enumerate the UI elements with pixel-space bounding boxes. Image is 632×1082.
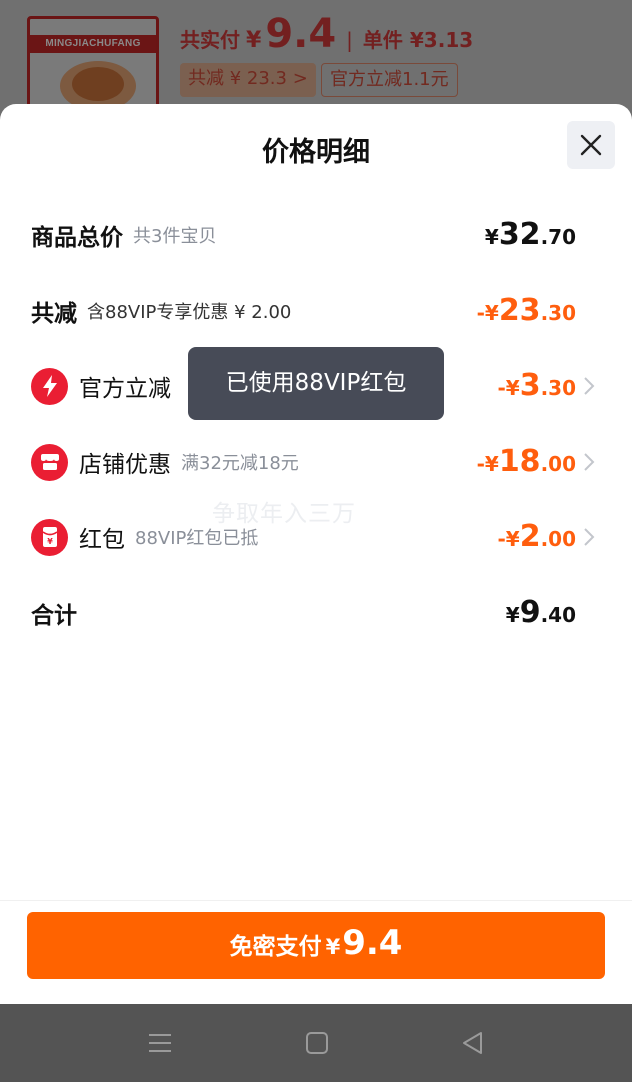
price-integer: 32 [498, 217, 541, 252]
price-decimal: .30 [540, 376, 576, 400]
menu-icon[interactable] [145, 1028, 175, 1058]
price-integer: 2 [519, 519, 541, 554]
chevron-right-icon [584, 528, 595, 546]
price-decimal: .70 [540, 225, 576, 249]
home-square-icon[interactable] [302, 1028, 332, 1058]
row-grand-total: 合计 ¥ 9 .40 [0, 583, 632, 643]
row-price: -¥ 18 .00 [477, 432, 576, 492]
chevron-right-icon [584, 377, 595, 395]
row-price: -¥ 3 .30 [497, 356, 576, 416]
row-price: ¥ 32 .70 [485, 205, 576, 265]
official-discount-tag: 官方立减1.1元 [321, 63, 458, 97]
row-label: 店铺优惠 [79, 452, 171, 478]
red-packet-icon: ¥ [31, 518, 68, 556]
product-thumbnail: MINGJIACHUFANG [27, 16, 159, 112]
price-integer: 9 [519, 595, 541, 630]
row-label: 共减 [31, 301, 77, 327]
svg-text:¥: ¥ [47, 537, 53, 546]
price-integer: 3 [519, 368, 541, 403]
price-sign: ¥ [505, 603, 520, 627]
pay-button-label: 免密支付 [229, 934, 322, 960]
close-icon [580, 134, 602, 156]
sheet-title: 价格明细 [262, 137, 370, 168]
back-triangle-icon[interactable] [458, 1028, 488, 1058]
price-sign: -¥ [476, 452, 499, 476]
separator: | [346, 28, 353, 52]
close-button[interactable] [567, 121, 615, 169]
price-integer: 23 [498, 293, 541, 328]
food-image [72, 67, 124, 101]
row-subtext: 满32元减18元 [181, 453, 299, 474]
watermark: 争取年入三万 [212, 501, 356, 527]
row-goods-total: 商品总价 共3件宝贝 ¥ 32 .70 [0, 205, 632, 265]
total-paid: 共实付 ¥ 9.4 | 单件 ¥3.13 [180, 14, 473, 54]
lightning-icon [31, 367, 68, 405]
price-sign: -¥ [497, 376, 520, 400]
row-label: 合计 [31, 603, 77, 629]
chevron-right-icon [584, 453, 595, 471]
brand-name: MINGJIACHUFANG [30, 35, 156, 53]
row-price: ¥ 9 .40 [506, 583, 576, 643]
row-total-discount: 共减 含88VIP专享优惠 ¥ 2.00 -¥ 23 .30 [0, 281, 632, 341]
discount-tag: 共减 ¥ 23.3 > [180, 63, 316, 97]
row-label: 商品总价 [31, 225, 123, 251]
unit-price: 单件 ¥3.13 [362, 28, 474, 52]
pay-button-currency: ¥ [325, 935, 341, 959]
row-label: 红包 [79, 527, 125, 553]
price-decimal: .00 [540, 527, 576, 551]
total-paid-amount: 9.4 [265, 11, 337, 57]
price-decimal: .30 [540, 301, 576, 325]
row-subtext: 共3件宝贝 [133, 226, 217, 247]
row-price: -¥ 23 .30 [477, 281, 576, 341]
row-label: 官方立减 [79, 376, 171, 402]
total-paid-currency: ¥ [246, 28, 262, 53]
system-navigation-bar [0, 1004, 632, 1082]
price-detail-sheet: 价格明细 商品总价 共3件宝贝 ¥ 32 .70 共减 含88VIP专享优惠 ¥… [0, 104, 632, 1004]
total-paid-label: 共实付 [180, 28, 240, 52]
row-shop-discount[interactable]: 店铺优惠 满32元减18元 -¥ 18 .00 [0, 432, 632, 492]
pay-button-amount: 9.4 [342, 923, 403, 963]
background-order-header: MINGJIACHUFANG 共实付 ¥ 9.4 | 单件 ¥3.13 共减 ¥… [0, 0, 632, 112]
price-sign: -¥ [497, 527, 520, 551]
row-subtext: 含88VIP专享优惠 ¥ 2.00 [87, 302, 292, 323]
pay-button[interactable]: 免密支付 ¥ 9.4 [27, 912, 605, 979]
row-price: -¥ 2 .00 [497, 507, 576, 567]
shop-icon [31, 443, 68, 481]
divider [0, 900, 632, 901]
price-integer: 18 [498, 444, 541, 479]
price-sign: -¥ [476, 301, 499, 325]
toast-message: 已使用88VIP红包 [188, 347, 444, 420]
price-decimal: .40 [540, 603, 576, 627]
price-sign: ¥ [484, 225, 499, 249]
price-decimal: .00 [540, 452, 576, 476]
